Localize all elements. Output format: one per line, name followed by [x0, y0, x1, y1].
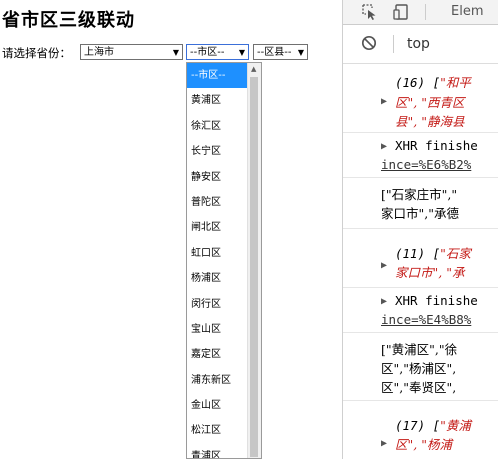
array-preview: 家口市", "承 — [395, 265, 465, 280]
page-content: 省市区三级联动 请选择省份： 上海市 ▼ --市区-- ▼ --区县-- ▼ -… — [0, 0, 340, 459]
console-message[interactable]: ▶ XHR finishe ince=%E6%B2% — [343, 133, 498, 178]
context-selector[interactable]: top — [407, 36, 430, 52]
city-option[interactable]: 闸北区 — [187, 215, 249, 240]
xhr-url-link[interactable]: ince=%E4%B8% — [381, 312, 471, 327]
xhr-log-text: XHR finishe — [395, 293, 478, 308]
expand-triangle-icon[interactable]: ▶ — [381, 96, 387, 107]
city-option[interactable]: 静安区 — [187, 165, 249, 190]
log-text: 区","杨浦区", — [381, 361, 457, 376]
city-option[interactable]: 宝山区 — [187, 317, 249, 342]
scrollbar-thumb[interactable] — [250, 77, 258, 457]
city-option[interactable]: 徐汇区 — [187, 114, 249, 139]
array-count: (16) [ — [395, 75, 441, 90]
toolbar-divider — [393, 35, 394, 53]
city-dropdown-list[interactable]: --市区-- 黄浦区 徐汇区 长宁区 静安区 普陀区 闸北区 虹口区 杨浦区 闵行区 宝山区 嘉定区浦… — [186, 62, 262, 459]
chevron-down-icon: ▼ — [172, 48, 179, 57]
array-count: (17) [ — [395, 418, 441, 433]
city-option[interactable]: 松江区 — [187, 418, 249, 443]
console-output: (16) ["和平 ▶ 区", "西青区 县", "静海县 ▶ XHR fini… — [343, 64, 498, 459]
scroll-up-icon[interactable]: ▲ — [251, 65, 256, 73]
array-preview: "石家 — [440, 246, 471, 261]
console-message[interactable]: ["黄浦区","徐 区","杨浦区", 区","奉贤区", — [343, 333, 498, 401]
array-preview: 区", "杨浦 — [395, 437, 452, 452]
inspect-element-icon[interactable] — [361, 3, 379, 21]
devtools-panel: Elem top (16) ["和平 ▶ 区", "西青区 县", "静海县 ▶… — [342, 0, 498, 459]
xhr-log-text: XHR finishe — [395, 138, 478, 153]
province-label: 请选择省份： — [2, 46, 71, 60]
province-select[interactable]: 上海市 ▼ — [80, 44, 183, 60]
province-select-value: 上海市 — [84, 47, 114, 58]
city-option[interactable]: 金山区 — [187, 393, 249, 418]
county-select[interactable]: --区县-- ▼ — [253, 44, 308, 60]
city-option[interactable]: 浦东新区 — [187, 368, 249, 393]
toolbar-divider — [425, 4, 426, 20]
tab-elements[interactable]: Elem — [451, 4, 484, 19]
city-option[interactable]: 普陀区 — [187, 190, 249, 215]
console-message[interactable]: ▶ (11) ["石家 家口市", "承 — [343, 229, 498, 288]
city-option[interactable]: 青浦区 — [187, 444, 249, 458]
clear-console-icon[interactable] — [361, 35, 377, 51]
array-preview: 县", "静海县 — [395, 114, 465, 129]
devtools-toolbar: Elem — [343, 0, 498, 25]
console-message[interactable]: ▶ XHR finishe ince=%E4%B8% — [343, 288, 498, 333]
city-option[interactable]: 虹口区 — [187, 241, 249, 266]
array-preview: "和平 — [440, 75, 471, 90]
city-option[interactable]: 杨浦区 — [187, 266, 249, 291]
log-text: ["石家庄市"," — [381, 187, 458, 202]
expand-triangle-icon[interactable]: ▶ — [381, 260, 387, 271]
dropdown-scrollbar[interactable]: ▲ — [247, 63, 261, 458]
log-text: 区","奉贤区", — [381, 380, 457, 395]
console-message[interactable]: (16) ["和平 ▶ 区", "西青区 县", "静海县 — [343, 64, 498, 133]
city-option[interactable]: 黄浦区 — [187, 88, 249, 113]
device-toolbar-icon[interactable] — [393, 3, 411, 21]
expand-triangle-icon[interactable]: ▶ — [381, 141, 387, 152]
city-option[interactable]: 闵行区 — [187, 292, 249, 317]
console-toolbar: top — [343, 25, 498, 64]
expand-triangle-icon[interactable]: ▶ — [381, 438, 387, 449]
console-message[interactable]: ["石家庄市"," 家口市","承德 — [343, 178, 498, 229]
log-text: 家口市","承德 — [381, 206, 459, 221]
console-message[interactable]: (17) ["黄浦 ▶ 区", "杨浦 — [343, 401, 498, 459]
city-select-value: --市区-- — [190, 47, 225, 58]
array-count: (11) [ — [395, 246, 441, 261]
xhr-url-link[interactable]: ince=%E6%B2% — [381, 157, 471, 172]
array-preview: "黄浦 — [440, 418, 471, 433]
city-option[interactable]: 嘉定区 — [187, 342, 249, 367]
city-option[interactable]: --市区-- — [187, 63, 249, 89]
log-text: ["黄浦区","徐 — [381, 342, 458, 357]
county-select-value: --区县-- — [257, 47, 292, 58]
expand-triangle-icon[interactable]: ▶ — [381, 296, 387, 307]
chevron-down-icon: ▼ — [238, 48, 245, 57]
array-preview: 区", "西青区 — [395, 95, 465, 110]
city-option[interactable]: 长宁区 — [187, 139, 249, 164]
page-title: 省市区三级联动 — [2, 10, 135, 31]
city-options: --市区-- 黄浦区 徐汇区 长宁区 静安区 普陀区 闸北区 虹口区 杨浦区 闵行区 宝山区 嘉定区浦… — [187, 63, 249, 458]
chevron-down-icon: ▼ — [297, 48, 304, 57]
city-select[interactable]: --市区-- ▼ — [186, 44, 249, 60]
